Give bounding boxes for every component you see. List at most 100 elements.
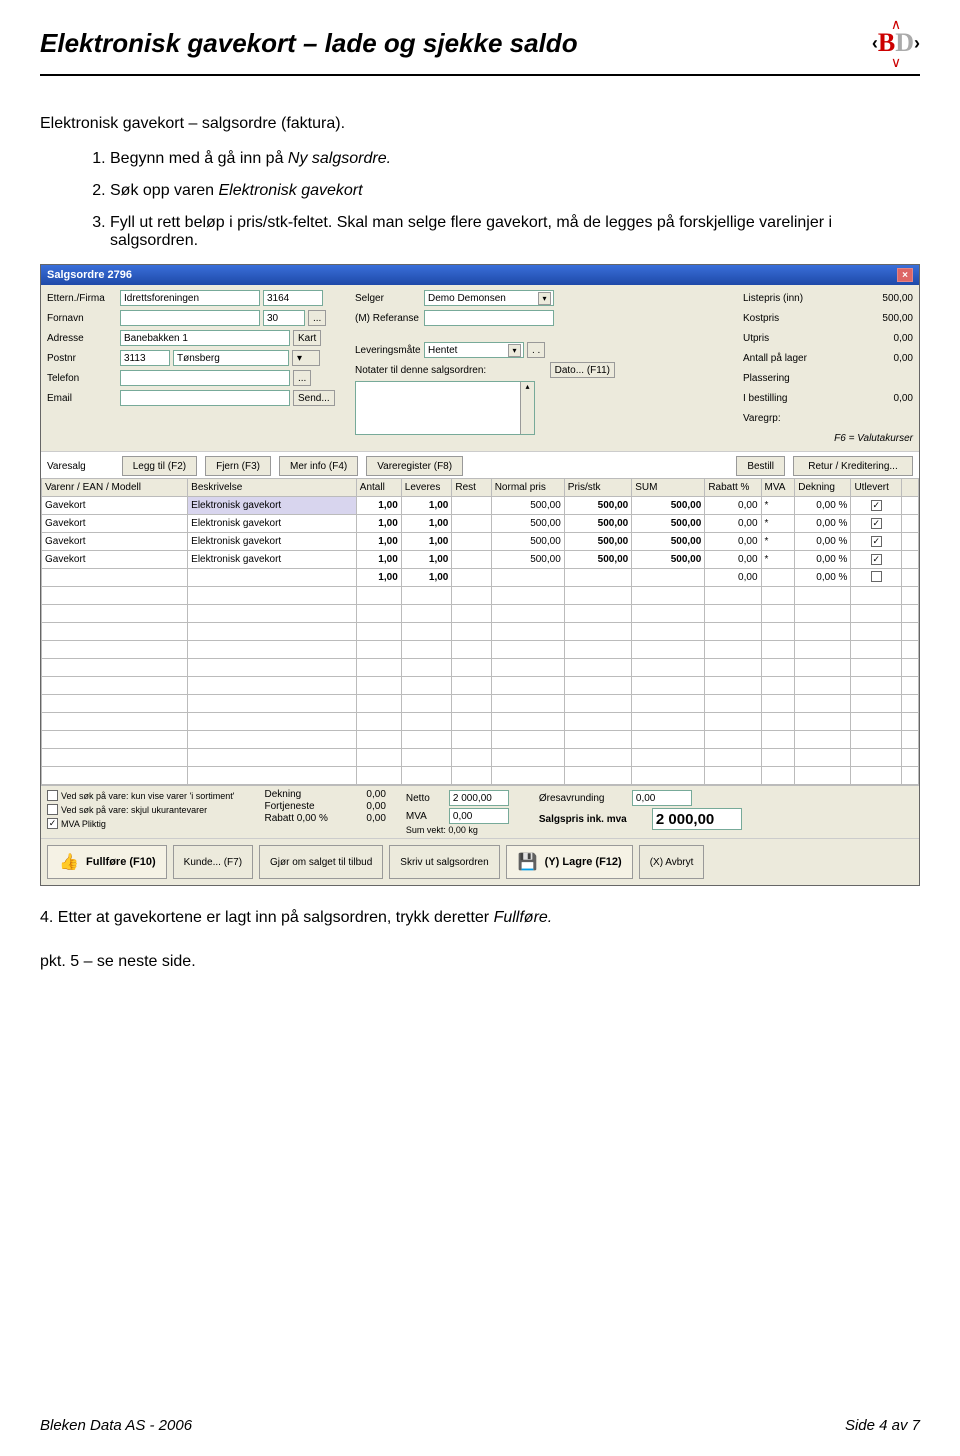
etternavn-input[interactable]: Idrettsforeningen: [120, 290, 260, 306]
lbl-lev: Leveringsmåte: [355, 345, 421, 356]
chk-mvapliktig[interactable]: ✓: [47, 818, 58, 829]
dato-button[interactable]: Dato... (F11): [550, 362, 615, 378]
val-rabatt: 0,00: [336, 813, 386, 824]
utlevert-checkbox[interactable]: ✓: [871, 554, 882, 565]
poststed-arrow[interactable]: ▾: [292, 350, 320, 366]
col-rabatt[interactable]: Rabatt %: [705, 479, 761, 497]
postnr-input[interactable]: 3113: [120, 350, 170, 366]
chk-sortiment-label: Ved søk på vare: kun vise varer 'i sorti…: [61, 791, 235, 801]
email-input[interactable]: [120, 390, 290, 406]
lbl-antall: Antall på lager: [743, 353, 807, 364]
notater-textarea[interactable]: ▴: [355, 381, 535, 435]
col-rest[interactable]: Rest: [452, 479, 491, 497]
table-row[interactable]: [42, 659, 919, 677]
section-heading: Elektronisk gavekort – salgsordre (faktu…: [40, 112, 920, 136]
col-dekning[interactable]: Dekning: [795, 479, 851, 497]
table-row[interactable]: GavekortElektronisk gavekort1,001,00500,…: [42, 497, 919, 515]
col-antall[interactable]: Antall: [356, 479, 401, 497]
col-prisstk[interactable]: Pris/stk: [564, 479, 631, 497]
table-row[interactable]: 1,001,000,000,00 %: [42, 569, 919, 587]
table-row[interactable]: GavekortElektronisk gavekort1,001,00500,…: [42, 533, 919, 551]
adresse-input[interactable]: Banebakken 1: [120, 330, 290, 346]
telefon-dots[interactable]: ...: [293, 370, 311, 386]
kunde-button[interactable]: Kunde... (F7): [173, 845, 253, 879]
gjorom-button[interactable]: Gjør om salget til tilbud: [259, 845, 383, 879]
lbl-fortj: Fortjeneste: [265, 801, 328, 812]
val-dekning: 0,00: [336, 789, 386, 800]
table-row[interactable]: [42, 749, 919, 767]
step-2: Søk opp varen Elektronisk gavekort: [110, 182, 920, 200]
dotdot-button[interactable]: . .: [527, 342, 545, 358]
col-leveres[interactable]: Leveres: [401, 479, 452, 497]
lbl-sumvekt: Sum vekt: 0,00 kg: [406, 825, 509, 835]
close-icon[interactable]: ×: [897, 268, 913, 282]
table-row[interactable]: [42, 641, 919, 659]
lbl-netto: Netto: [406, 793, 446, 804]
bestill-button[interactable]: Bestill: [736, 456, 785, 476]
fjern-button[interactable]: Fjern (F3): [205, 456, 271, 476]
chk-sortiment[interactable]: [47, 790, 58, 801]
utlevert-checkbox[interactable]: ✓: [871, 518, 882, 529]
table-row[interactable]: GavekortElektronisk gavekort1,001,00500,…: [42, 515, 919, 533]
lbl-rabatt: Rabatt 0,00 %: [265, 813, 328, 824]
col-besk[interactable]: Beskrivelse: [188, 479, 357, 497]
fornavn-nr[interactable]: 30: [263, 310, 305, 326]
fornavn-input[interactable]: [120, 310, 260, 326]
table-row[interactable]: [42, 731, 919, 749]
merinfo-button[interactable]: Mer info (F4): [279, 456, 358, 476]
lbl-plassering: Plassering: [743, 373, 790, 384]
send-button[interactable]: Send...: [293, 390, 335, 406]
lagre-button[interactable]: 💾 (Y) Lagre (F12): [506, 845, 633, 879]
kundeid-input[interactable]: 3164: [263, 290, 323, 306]
table-row[interactable]: [42, 677, 919, 695]
retur-button[interactable]: Retur / Kreditering...: [793, 456, 913, 476]
col-varenr[interactable]: Varenr / EAN / Modell: [42, 479, 188, 497]
col-mva[interactable]: MVA: [761, 479, 795, 497]
table-row[interactable]: [42, 605, 919, 623]
table-row[interactable]: [42, 623, 919, 641]
val-mva: 0,00: [449, 808, 509, 824]
lbl-mva: MVA: [406, 811, 446, 822]
lbl-varegrp: Varegrp:: [743, 413, 781, 424]
line-items-grid[interactable]: Varenr / EAN / Modell Beskrivelse Antall…: [41, 478, 919, 785]
utlevert-checkbox[interactable]: ✓: [871, 536, 882, 547]
lbl-postnr: Postnr: [47, 353, 117, 364]
table-row[interactable]: [42, 695, 919, 713]
val-kostpris: 500,00: [882, 313, 913, 324]
table-row[interactable]: [42, 767, 919, 785]
kart-button[interactable]: Kart: [293, 330, 321, 346]
table-row[interactable]: [42, 713, 919, 731]
scrollbar[interactable]: ▴: [520, 382, 534, 434]
vareregister-button[interactable]: Vareregister (F8): [366, 456, 463, 476]
telefon-input[interactable]: [120, 370, 290, 386]
selger-combo[interactable]: Demo Demonsen▾: [424, 290, 554, 306]
poststed-input[interactable]: Tønsberg: [173, 350, 289, 366]
referanse-input[interactable]: [424, 310, 554, 326]
f6-hint: F6 = Valutakurser: [834, 433, 913, 444]
avbryt-button[interactable]: (X) Avbryt: [639, 845, 705, 879]
logo: ∧ ‹BD› ∨: [872, 20, 920, 66]
val-listepris: 500,00: [882, 293, 913, 304]
col-sum[interactable]: SUM: [632, 479, 705, 497]
utlevert-checkbox[interactable]: ✓: [871, 500, 882, 511]
utlevert-checkbox[interactable]: [871, 571, 882, 582]
col-utlevert[interactable]: Utlevert: [851, 479, 902, 497]
dots-button[interactable]: ...: [308, 310, 326, 326]
lbl-listepris: Listepris (inn): [743, 293, 803, 304]
table-row[interactable]: [42, 587, 919, 605]
col-normal[interactable]: Normal pris: [491, 479, 564, 497]
salgsordre-window: Salgsordre 2796 × Ettern./Firma Idrettsf…: [40, 264, 920, 886]
chk-ukurant-label: Ved søk på vare: skjul ukurantevarer: [61, 805, 207, 815]
lbl-fornavn: Fornavn: [47, 313, 117, 324]
fullfore-button[interactable]: 👍 Fullføre (F10): [47, 845, 167, 879]
table-row[interactable]: GavekortElektronisk gavekort1,001,00500,…: [42, 551, 919, 569]
lbl-etternavn: Ettern./Firma: [47, 293, 117, 304]
lbl-utpris: Utpris: [743, 333, 769, 344]
skrivut-button[interactable]: Skriv ut salgsordren: [389, 845, 499, 879]
chk-ukurant[interactable]: [47, 804, 58, 815]
leveringsmate-combo[interactable]: Hentet▾: [424, 342, 524, 358]
val-ores: 0,00: [632, 790, 692, 806]
leggtil-button[interactable]: Legg til (F2): [122, 456, 197, 476]
val-netto: 2 000,00: [449, 790, 509, 806]
lbl-selger: Selger: [355, 293, 421, 304]
